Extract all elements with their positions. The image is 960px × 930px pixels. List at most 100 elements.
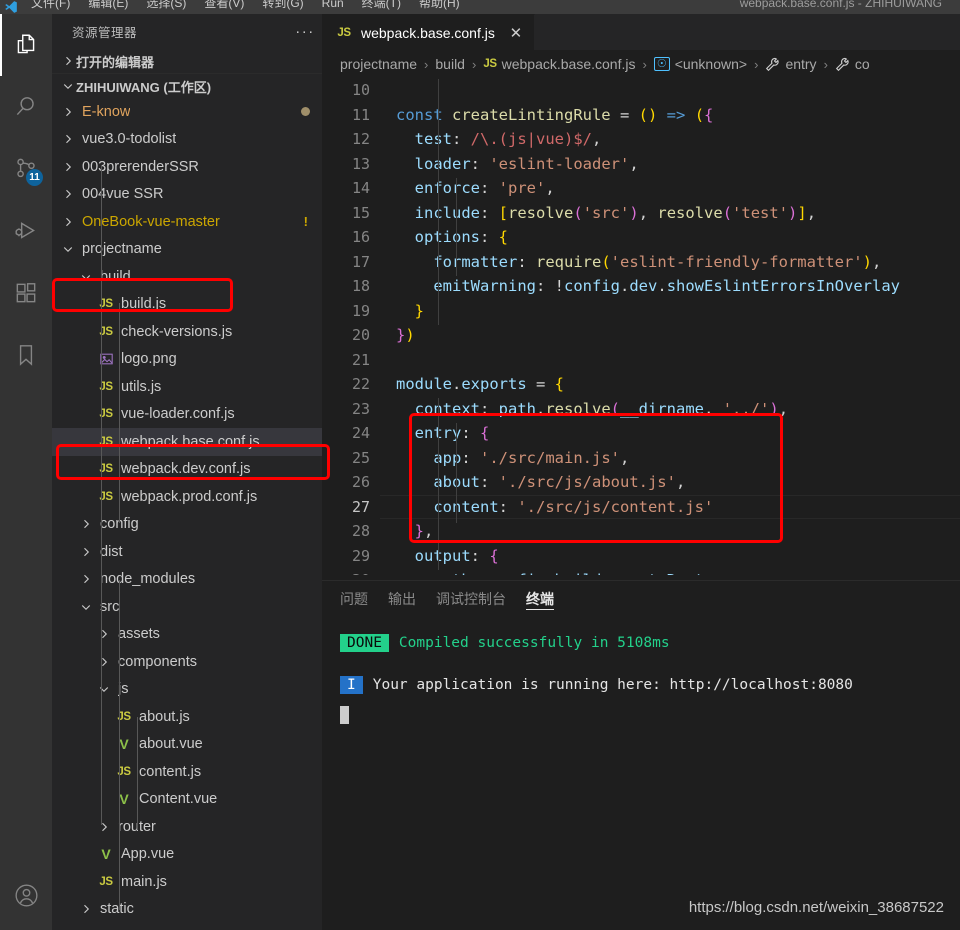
code-editor[interactable]: 10 11 const createLintingRule = () => ({12…: [322, 78, 960, 575]
activity-item-extensions[interactable]: [0, 262, 52, 324]
breadcrumb-item-5[interactable]: co: [835, 56, 870, 72]
breadcrumb-item-0[interactable]: projectname: [340, 56, 417, 72]
menu-item-2[interactable]: 选择(S): [137, 0, 195, 9]
tree-item-build[interactable]: build: [52, 263, 322, 291]
tree-item-src[interactable]: src: [52, 593, 322, 621]
tree-item-004vue-ssr[interactable]: 004vue SSR: [52, 181, 322, 209]
tree-item-e-know[interactable]: E-know: [52, 98, 322, 126]
tree-item-js[interactable]: js: [52, 676, 322, 704]
code-line-20[interactable]: 20}): [322, 323, 960, 348]
tree-item-content-vue[interactable]: V Content.vue: [52, 786, 322, 814]
modified-indicator-dot: [301, 107, 310, 117]
tree-item-static[interactable]: static: [52, 896, 322, 924]
code-line-text: },: [414, 522, 434, 541]
tree-item-about-vue[interactable]: Vabout.vue: [52, 731, 322, 759]
tree-item-assets[interactable]: assets: [52, 621, 322, 649]
tree-item-node-modules[interactable]: node_modules: [52, 566, 322, 594]
code-line-17[interactable]: 17 formatter: require('eslint-friendly-f…: [322, 250, 960, 275]
breadcrumb-item-1[interactable]: build: [435, 56, 465, 72]
line-number: 29: [351, 546, 370, 565]
js-file-icon: JS: [99, 298, 113, 311]
activity-item-search[interactable]: [0, 76, 52, 138]
run-debug-icon: [13, 218, 39, 244]
section-open-editors[interactable]: 打开的编辑器: [52, 49, 322, 73]
tree-item-dist[interactable]: dist: [52, 538, 322, 566]
tree-item-projectname[interactable]: projectname: [52, 236, 322, 264]
menu-item-4[interactable]: 转到(G): [253, 0, 312, 9]
code-line-30[interactable]: 30 path: config.build.assetsRoot,: [322, 568, 960, 575]
code-line-12[interactable]: 12 test: /\.(js|vue)$/,: [322, 127, 960, 152]
tree-item-onebook-vue-master[interactable]: OneBook-vue-master!: [52, 208, 322, 236]
code-line-27[interactable]: 27 content: './src/js/content.js': [322, 494, 960, 519]
code-line-25[interactable]: 25 app: './src/main.js',: [322, 446, 960, 471]
breadcrumb-item-4[interactable]: entry: [765, 56, 817, 72]
code-line-13[interactable]: 13 loader: 'eslint-loader',: [322, 152, 960, 177]
code-line-19[interactable]: 19 }: [322, 299, 960, 324]
code-line-21[interactable]: 21: [322, 348, 960, 373]
tree-item-webpack-dev-conf-js[interactable]: JS webpack.dev.conf.js: [52, 456, 322, 484]
activity-item-account[interactable]: [0, 860, 52, 930]
tree-item-webpack-prod-conf-js[interactable]: JS webpack.prod.conf.js: [52, 483, 322, 511]
menu-item-6[interactable]: 终端(T): [353, 0, 410, 9]
code-line-23[interactable]: 23 context: path.resolve(__dirname, '../…: [322, 397, 960, 422]
tree-item-webpack-base-conf-js[interactable]: JS webpack.base.conf.js: [52, 428, 322, 456]
chevron-down-icon: [60, 78, 76, 94]
panel-tab-3[interactable]: 终端: [526, 581, 554, 616]
tree-item-content-js[interactable]: JS content.js: [52, 758, 322, 786]
more-actions-icon[interactable]: ···: [294, 21, 316, 43]
tree-item-label: src: [100, 598, 120, 615]
tree-item-about-js[interactable]: JS about.js: [52, 703, 322, 731]
code-line-16[interactable]: 16 options: {: [322, 225, 960, 250]
file-tree[interactable]: E-know vue3.0-todolist 003prerenderSSR 004v…: [52, 98, 322, 923]
breadcrumb-item-2[interactable]: JS webpack.base.conf.js: [483, 56, 635, 72]
activity-item-explorer[interactable]: [0, 14, 52, 76]
activity-item-bookmarks[interactable]: [0, 324, 52, 386]
breadcrumb-item-3[interactable]: ☉ <unknown>: [653, 56, 747, 72]
tree-item-app-vue[interactable]: V App.vue: [52, 841, 322, 869]
tree-item-router[interactable]: router: [52, 813, 322, 841]
terminal-line-1: I Your application is running here: http:…: [340, 670, 960, 700]
menu-item-0[interactable]: 文件(F): [22, 0, 79, 9]
code-line-text: include: [resolve('src'), resolve('test'…: [414, 203, 817, 222]
code-line-24[interactable]: 24 entry: {: [322, 421, 960, 446]
menu-item-7[interactable]: 帮助(H): [410, 0, 469, 9]
tree-item-logo-png[interactable]: logo.png: [52, 346, 322, 374]
line-number: 25: [351, 448, 370, 467]
menu-item-5[interactable]: Run: [313, 0, 353, 9]
terminal-cursor-line[interactable]: [340, 700, 960, 730]
code-line-11[interactable]: 11 const createLintingRule = () => ({: [322, 103, 960, 128]
code-line-15[interactable]: 15 include: [resolve('src'), resolve('te…: [322, 201, 960, 226]
tree-item-main-js[interactable]: JS main.js: [52, 868, 322, 896]
code-line-29[interactable]: 29 output: {: [322, 544, 960, 569]
tree-item-build-js[interactable]: JS build.js: [52, 291, 322, 319]
terminal-output[interactable]: DONE Compiled successfully in 5108ms I Your…: [322, 616, 960, 730]
chevron-down-icon: [96, 681, 112, 697]
menu-bar[interactable]: 文件(F) 编辑(E) 选择(S) 查看(V) 转到(G) Run 终端(T) 帮助(H): [22, 0, 469, 13]
tree-item-003prerenderssr[interactable]: 003prerenderSSR: [52, 153, 322, 181]
tree-item-config[interactable]: config: [52, 511, 322, 539]
tree-item-utils-js[interactable]: JS utils.js: [52, 373, 322, 401]
menu-item-3[interactable]: 查看(V): [195, 0, 253, 9]
code-line-22[interactable]: 22 module.exports = {: [322, 372, 960, 397]
panel-tab-0[interactable]: 问题: [340, 581, 368, 616]
close-icon[interactable]: ✕: [508, 24, 524, 42]
code-line-18[interactable]: 18 emitWarning: !config.dev.showEslintEr…: [322, 274, 960, 299]
panel-tab-bar[interactable]: 问题 输出 调试控制台 终端: [322, 581, 960, 616]
section-workspace[interactable]: ZHIHUIWANG (工作区): [52, 73, 322, 98]
menu-item-1[interactable]: 编辑(E): [79, 0, 137, 9]
code-line-14[interactable]: 14 enforce: 'pre',: [322, 176, 960, 201]
tree-item-check-versions-js[interactable]: JS check-versions.js: [52, 318, 322, 346]
editor-scrollbar[interactable]: [946, 78, 960, 575]
code-line-28[interactable]: 28 },: [322, 519, 960, 544]
activity-item-run-and-debug[interactable]: [0, 200, 52, 262]
code-line-10[interactable]: 10: [322, 78, 960, 103]
tree-item-components[interactable]: components: [52, 648, 322, 676]
panel-tab-2[interactable]: 调试控制台: [436, 581, 506, 616]
tree-item-vue-loader-conf-js[interactable]: JS vue-loader.conf.js: [52, 401, 322, 429]
tree-item-vue3-0-todolist[interactable]: vue3.0-todolist: [52, 126, 322, 154]
activity-item-source-control[interactable]: 11: [0, 138, 52, 200]
code-line-26[interactable]: 26 about: './src/js/about.js',: [322, 470, 960, 495]
breadcrumb[interactable]: projectname › build › JS webpack.base.conf.js…: [322, 50, 960, 78]
panel-tab-1[interactable]: 输出: [388, 581, 416, 616]
editor-tab-webpack-base-conf[interactable]: JS webpack.base.conf.js ✕: [322, 14, 535, 50]
